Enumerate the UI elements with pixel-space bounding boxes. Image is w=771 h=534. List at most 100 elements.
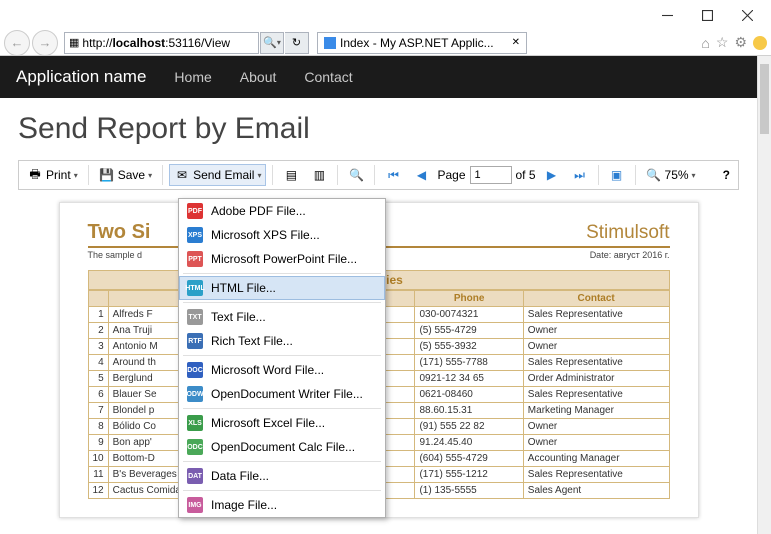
forward-button[interactable]: → — [32, 30, 58, 56]
menu-item-label: Text File... — [211, 310, 266, 324]
back-button[interactable]: ← — [4, 30, 30, 56]
url-prefix: http:// — [82, 36, 112, 50]
menu-item-img[interactable]: IMG Image File... — [179, 493, 385, 517]
menu-item-label: Image File... — [211, 498, 277, 512]
menu-item-xls[interactable]: XLS Microsoft Excel File... — [179, 411, 385, 435]
view-mode-button[interactable]: ▣ — [605, 165, 629, 185]
menu-item-label: Adobe PDF File... — [211, 204, 306, 218]
menu-item-label: OpenDocument Writer File... — [211, 387, 363, 401]
app-brand[interactable]: Application name — [16, 67, 146, 87]
send-email-menu: PDF Adobe PDF File... XPS Microsoft XPS Fil… — [178, 198, 386, 518]
tab-close-button[interactable]: ✕ — [512, 37, 520, 48]
help-button[interactable]: ? — [719, 166, 734, 184]
address-bar[interactable]: ▦ http://localhost:53116/View — [64, 32, 259, 54]
menu-item-label: Microsoft Word File... — [211, 363, 324, 377]
report-subtitle: The sample d — [88, 250, 143, 260]
envelope-icon: ✉ — [174, 167, 190, 183]
print-button[interactable]: 🖶Print▾ — [23, 165, 82, 185]
file-type-icon: XLS — [187, 415, 203, 431]
file-type-icon: PPT — [187, 251, 203, 267]
last-icon: ⏭ — [572, 167, 588, 183]
printer-icon: 🖶 — [27, 167, 43, 183]
feedback-icon[interactable] — [753, 36, 767, 50]
menu-item-doc[interactable]: DOC Microsoft Word File... — [179, 358, 385, 382]
menu-item-html[interactable]: HTML HTML File... — [179, 276, 385, 300]
file-type-icon: XPS — [187, 227, 203, 243]
window-close-button[interactable] — [727, 3, 767, 27]
menu-item-pdf[interactable]: PDF Adobe PDF File... — [179, 199, 385, 223]
zoom-button[interactable]: 🔍75%▾ — [642, 165, 700, 185]
page-icon: ▦ — [69, 36, 79, 49]
file-type-icon: HTML — [187, 280, 203, 296]
report-brand: Stimulsoft — [586, 222, 669, 244]
menu-item-label: HTML File... — [211, 281, 276, 295]
report-date: Date: август 2016 г. — [590, 250, 670, 260]
menu-item-label: OpenDocument Calc File... — [211, 440, 355, 454]
save-button[interactable]: 💾Save▾ — [95, 165, 156, 185]
first-page-button[interactable]: ⏮ — [381, 165, 405, 185]
menu-item-label: Microsoft Excel File... — [211, 416, 325, 430]
menu-item-odw[interactable]: ODW OpenDocument Writer File... — [179, 382, 385, 406]
page-label: Page — [437, 168, 465, 182]
file-type-icon: PDF — [187, 203, 203, 219]
next-page-button[interactable]: ▶ — [540, 165, 564, 185]
zoom-icon: 🔍 — [646, 167, 662, 183]
save-icon: 💾 — [99, 167, 115, 183]
send-email-button[interactable]: ✉Send Email▾ — [169, 164, 266, 186]
prev-icon: ◀ — [413, 167, 429, 183]
tab-title: Index - My ASP.NET Applic... — [340, 36, 494, 50]
bookmarks-icon: ▤ — [283, 167, 299, 183]
window-maximize-button[interactable] — [687, 3, 727, 27]
vertical-scrollbar[interactable] — [757, 56, 771, 534]
report-toolbar: 🖶Print▾ 💾Save▾ ✉Send Email▾ ▤ ▥ 🔍 ⏮ ◀ Pa… — [18, 160, 739, 190]
menu-item-label: Microsoft PowerPoint File... — [211, 252, 357, 266]
nav-contact[interactable]: Contact — [304, 69, 352, 85]
page-total: of 5 — [516, 168, 536, 182]
settings-icon[interactable]: ⚙ — [734, 34, 747, 51]
page-title: Send Report by Email — [18, 112, 739, 146]
bookmarks-button[interactable]: ▤ — [279, 165, 303, 185]
menu-item-txt[interactable]: TXT Text File... — [179, 305, 385, 329]
file-type-icon: TXT — [187, 309, 203, 325]
menu-item-odc[interactable]: ODC OpenDocument Calc File... — [179, 435, 385, 459]
refresh-button[interactable]: ↻ — [285, 32, 309, 54]
url-rest: :53116/View — [165, 36, 230, 50]
browser-tab[interactable]: Index - My ASP.NET Applic... ✕ — [317, 32, 527, 54]
menu-item-label: Data File... — [211, 469, 269, 483]
browser-chrome: ← → ▦ http://localhost:53116/View 🔍▾ ↻ I… — [0, 30, 771, 56]
menu-item-label: Microsoft XPS File... — [211, 228, 320, 242]
file-type-icon: DAT — [187, 468, 203, 484]
home-icon[interactable]: ⌂ — [701, 35, 709, 51]
menu-item-xps[interactable]: XPS Microsoft XPS File... — [179, 223, 385, 247]
scrollbar-thumb[interactable] — [760, 64, 769, 134]
window-minimize-button[interactable] — [647, 3, 687, 27]
next-icon: ▶ — [544, 167, 560, 183]
menu-item-ppt[interactable]: PPT Microsoft PowerPoint File... — [179, 247, 385, 271]
prev-page-button[interactable]: ◀ — [409, 165, 433, 185]
report-title: Two Si — [88, 221, 151, 244]
find-button[interactable]: 🔍 — [344, 165, 368, 185]
file-type-icon: IMG — [187, 497, 203, 513]
menu-item-dat[interactable]: DAT Data File... — [179, 464, 385, 488]
url-host: localhost — [112, 36, 165, 50]
file-type-icon: RTF — [187, 333, 203, 349]
chrome-right-icons: ⌂ ☆ ⚙ — [701, 34, 767, 51]
binoculars-icon: 🔍 — [348, 167, 364, 183]
page-input[interactable] — [470, 166, 512, 184]
file-type-icon: ODC — [187, 439, 203, 455]
first-icon: ⏮ — [385, 167, 401, 183]
view-mode-icon: ▣ — [609, 167, 625, 183]
parameters-icon: ▥ — [311, 167, 327, 183]
menu-item-label: Rich Text File... — [211, 334, 293, 348]
menu-item-rtf[interactable]: RTF Rich Text File... — [179, 329, 385, 353]
nav-about[interactable]: About — [240, 69, 277, 85]
search-dropdown[interactable]: 🔍▾ — [260, 32, 284, 54]
last-page-button[interactable]: ⏭ — [568, 165, 592, 185]
file-type-icon: ODW — [187, 386, 203, 402]
favorite-icon[interactable]: ☆ — [716, 34, 729, 51]
parameters-button[interactable]: ▥ — [307, 165, 331, 185]
nav-home[interactable]: Home — [174, 69, 211, 85]
window-titlebar — [0, 0, 771, 30]
app-navbar: Application name Home About Contact — [0, 56, 757, 98]
file-type-icon: DOC — [187, 362, 203, 378]
